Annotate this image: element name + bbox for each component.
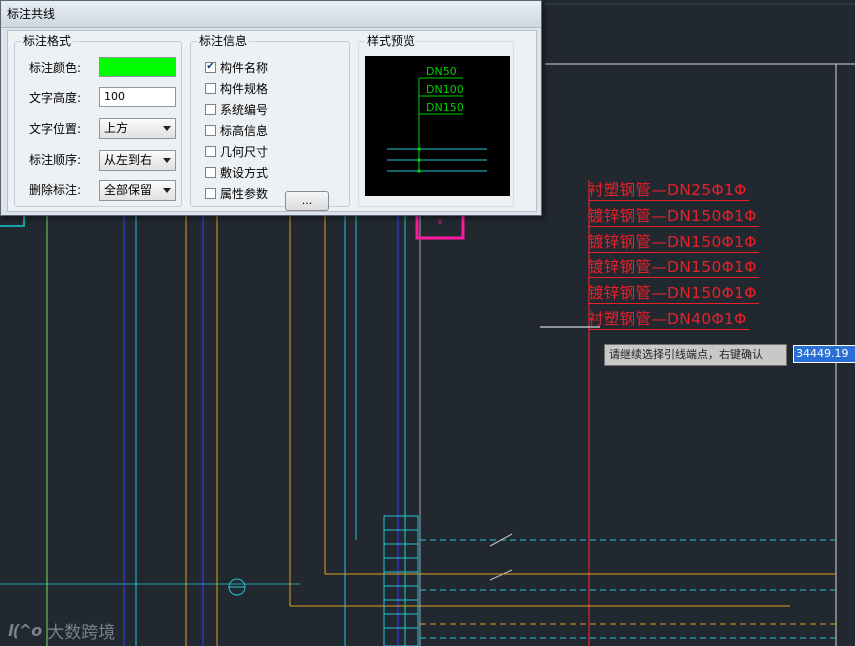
checkbox-component-spec[interactable]: 构件规格	[205, 79, 268, 97]
chevron-down-icon	[163, 126, 171, 131]
command-prompt-tooltip: 请继续选择引线端点，右键确认	[604, 344, 787, 366]
checkbox-checked-icon[interactable]: ✔	[205, 61, 216, 73]
checkbox-attribute-params[interactable]: 属性参数	[205, 184, 268, 202]
info-group-title: 标注信息	[197, 33, 250, 49]
preview-label: DN150	[426, 101, 464, 114]
preview-graphic: DN50 DN100 DN150	[387, 65, 487, 173]
checkbox-label: 几何尺寸	[220, 144, 269, 159]
checkbox-label: 构件规格	[220, 81, 269, 96]
watermark-logo: l(^o	[8, 621, 42, 640]
preview-group-title: 样式预览	[365, 33, 418, 49]
pipe-label: 镀锌钢管—DN150Φ1Φ	[588, 284, 759, 304]
checkbox-icon[interactable]	[205, 103, 216, 115]
color-label: 标注颜色:	[29, 61, 82, 75]
text-position-label: 文字位置:	[29, 122, 82, 136]
coordinate-input[interactable]: 34449.19	[793, 345, 855, 363]
pipe-label: 镀锌钢管—DN150Φ1Φ	[588, 233, 759, 253]
svg-text:v: v	[438, 217, 443, 226]
checkbox-label: 系统编号	[220, 102, 269, 117]
text-height-label: 文字高度:	[29, 91, 82, 105]
checkbox-label: 标高信息	[220, 123, 269, 138]
pipe-label: 衬塑钢管—DN40Φ1Φ	[588, 310, 749, 330]
watermark-text: 大数跨境	[47, 623, 116, 643]
color-swatch[interactable]	[99, 57, 176, 77]
checkbox-icon[interactable]	[205, 145, 216, 157]
dialog-client-area: 标注格式 标注颜色: 文字高度: 100 文字位置: 上方 标注顺序: 从左到右…	[7, 30, 537, 212]
preview-group: 样式预览 DN50 DN100 DN150	[358, 33, 514, 207]
checkbox-laying-method[interactable]: 敷设方式	[205, 163, 268, 181]
checkbox-component-name[interactable]: ✔ 构件名称	[205, 58, 268, 76]
chevron-down-icon	[163, 188, 171, 193]
annotation-order-label: 标注顺序:	[29, 153, 82, 167]
text-position-select[interactable]: 上方	[99, 118, 176, 139]
watermark: l(^o 大数跨境	[8, 618, 115, 643]
checkbox-geometry-size[interactable]: 几何尺寸	[205, 142, 268, 160]
delete-annotation-select[interactable]: 全部保留	[99, 180, 176, 201]
delete-annotation-label: 删除标注:	[29, 183, 82, 197]
annotate-collinear-dialog: 标注共线 标注格式 标注颜色: 文字高度: 100 文字位置: 上方 标注顺序:…	[0, 0, 542, 216]
annotation-order-value: 从左到右	[104, 153, 153, 167]
format-group: 标注格式 标注颜色: 文字高度: 100 文字位置: 上方 标注顺序: 从左到右…	[14, 33, 182, 207]
attribute-params-more-button[interactable]: ...	[285, 191, 329, 211]
preview-label: DN50	[426, 65, 457, 78]
pipe-label: 衬塑钢管—DN25Φ1Φ	[588, 181, 749, 201]
checkbox-label: 敷设方式	[220, 165, 269, 180]
annotation-order-select[interactable]: 从左到右	[99, 150, 176, 171]
dialog-title: 标注共线	[7, 7, 56, 21]
checkbox-elevation-info[interactable]: 标高信息	[205, 121, 268, 139]
chevron-down-icon	[163, 158, 171, 163]
info-group: 标注信息 ✔ 构件名称 构件规格 系统编号 标高信息 几何尺寸 敷设方式 属性参…	[190, 33, 350, 211]
text-height-field[interactable]: 100	[99, 87, 176, 107]
text-position-value: 上方	[104, 121, 129, 135]
pipe-label: 镀锌钢管—DN150Φ1Φ	[588, 258, 759, 278]
checkbox-icon[interactable]	[205, 124, 216, 136]
preview-label: DN100	[426, 83, 464, 96]
checkbox-icon[interactable]	[205, 82, 216, 94]
style-preview: DN50 DN100 DN150	[365, 56, 510, 196]
pipe-label: 镀锌钢管—DN150Φ1Φ	[588, 207, 759, 227]
checkbox-icon[interactable]	[205, 187, 216, 199]
dialog-titlebar[interactable]: 标注共线	[1, 1, 541, 28]
checkbox-icon[interactable]	[205, 166, 216, 178]
checkbox-label: 构件名称	[220, 60, 269, 75]
checkbox-system-number[interactable]: 系统编号	[205, 100, 268, 118]
format-group-title: 标注格式	[21, 33, 74, 49]
checkbox-label: 属性参数	[220, 186, 269, 201]
delete-annotation-value: 全部保留	[104, 183, 153, 197]
